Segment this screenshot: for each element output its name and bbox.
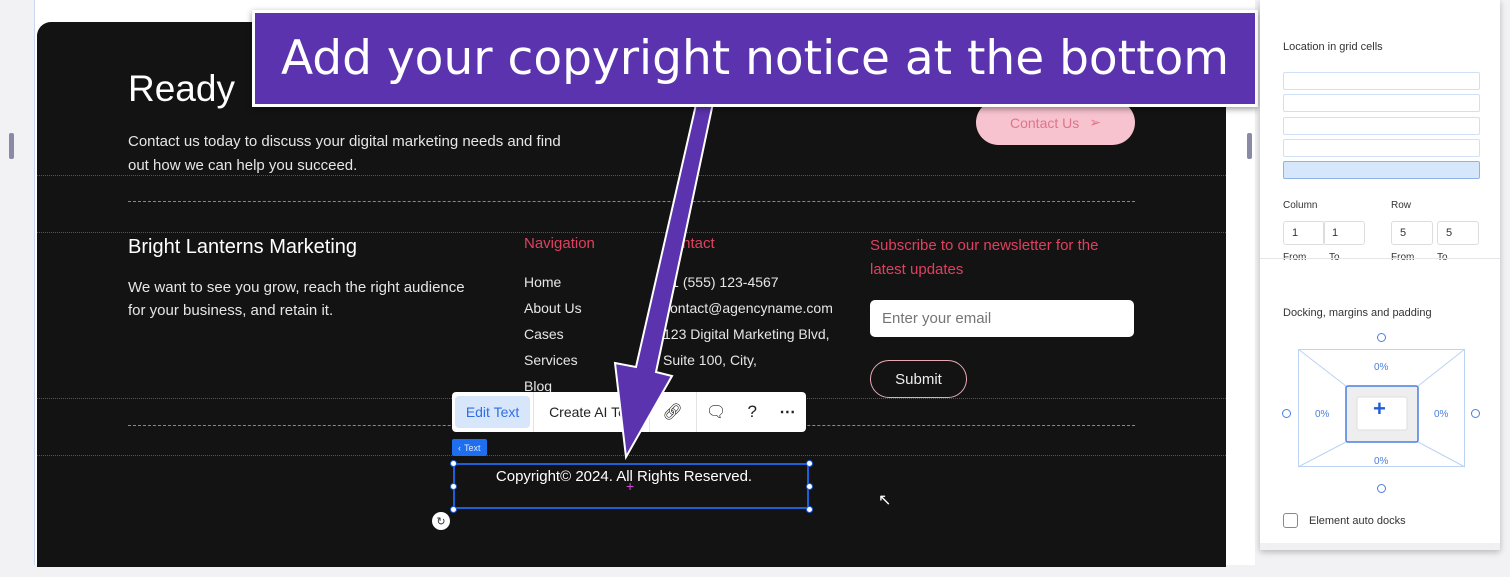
column-label: Column — [1283, 200, 1318, 211]
column-to-input[interactable]: 1 — [1323, 221, 1365, 245]
docking-label: Docking, margins and padding — [1283, 307, 1432, 319]
grid-cell-3[interactable] — [1283, 117, 1480, 135]
grid-cell-5-selected[interactable] — [1283, 161, 1480, 179]
grid-cell-2[interactable] — [1283, 94, 1480, 112]
margin-top[interactable]: 0% — [1374, 362, 1388, 373]
location-label: Location in grid cells — [1283, 41, 1383, 53]
row-label: Row — [1391, 200, 1412, 211]
add-padding-icon[interactable]: + — [1373, 396, 1386, 422]
properties-panel: Location in grid cells Column Row 1 1 5 … — [1260, 0, 1500, 550]
row-from-input[interactable]: 5 — [1391, 221, 1433, 245]
callout-banner: Add your copyright notice at the bottom — [252, 10, 1258, 107]
grid-cell-4[interactable] — [1283, 139, 1480, 157]
panel-footer — [1260, 543, 1500, 550]
dock-right-toggle[interactable] — [1471, 409, 1480, 418]
auto-docks-label: Element auto docks — [1309, 515, 1406, 527]
dock-top-toggle[interactable] — [1377, 333, 1386, 342]
auto-docks-checkbox[interactable] — [1283, 513, 1298, 528]
dock-left-toggle[interactable] — [1282, 409, 1291, 418]
divider — [1260, 258, 1500, 259]
dock-bottom-toggle[interactable] — [1377, 484, 1386, 493]
arrow-shape — [613, 98, 715, 461]
column-from-input[interactable]: 1 — [1283, 221, 1325, 245]
margin-bottom[interactable]: 0% — [1374, 456, 1388, 467]
row-to-input[interactable]: 5 — [1437, 221, 1479, 245]
grid-cell-1[interactable] — [1283, 72, 1480, 90]
margin-right[interactable]: 0% — [1434, 409, 1448, 420]
margin-left[interactable]: 0% — [1315, 409, 1329, 420]
